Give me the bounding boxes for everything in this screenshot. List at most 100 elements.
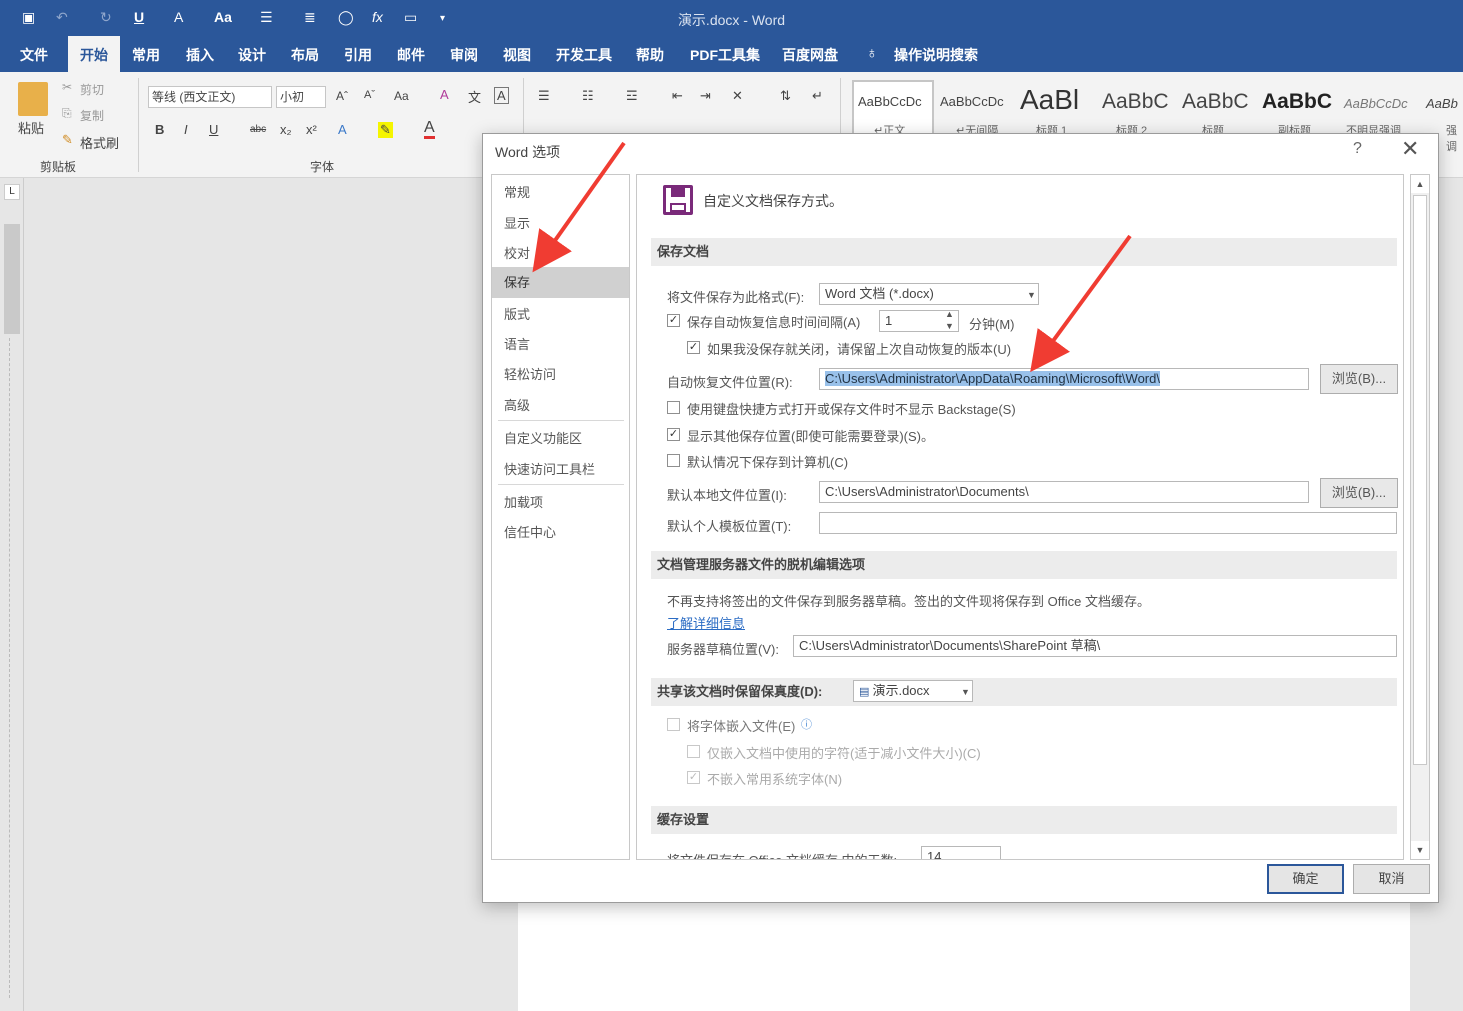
copy-button[interactable]: 复制 xyxy=(80,107,104,124)
tab-view[interactable]: 视图 xyxy=(493,36,541,72)
font-color-button[interactable]: A xyxy=(424,120,435,139)
numbering-icon[interactable]: ☷ xyxy=(582,88,594,104)
highlight-icon[interactable]: ✎ xyxy=(378,122,393,138)
keep-last-checkbox[interactable]: ✓ xyxy=(687,341,700,354)
embed-fonts-checkbox[interactable] xyxy=(667,718,680,731)
ruler-margin xyxy=(4,224,20,334)
learn-more-link[interactable]: 了解详细信息 xyxy=(667,613,745,632)
change-case-icon[interactable]: Aa xyxy=(394,89,409,103)
format-painter-button[interactable]: 格式刷 xyxy=(80,133,119,152)
tell-me-search[interactable]: 操作说明搜索 xyxy=(884,36,988,72)
nav-item-customize-ribbon[interactable]: 自定义功能区 xyxy=(492,423,629,454)
underline-button[interactable]: U xyxy=(209,122,218,137)
save-format-select[interactable]: Word 文档 (*.docx) xyxy=(819,283,1039,305)
nav-item-language[interactable]: 语言 xyxy=(492,329,629,360)
tab-developer[interactable]: 开发工具 xyxy=(546,36,622,72)
tab-help[interactable]: 帮助 xyxy=(626,36,674,72)
subscript-button[interactable]: x₂ xyxy=(280,122,292,137)
style-subtle-emphasis-preview[interactable]: AaBbCcDc xyxy=(1344,96,1408,111)
server-drafts-input[interactable]: C:\Users\Administrator\Documents\SharePo… xyxy=(793,635,1397,657)
document-page[interactable] xyxy=(518,900,1410,1011)
embed-used-chars-checkbox[interactable] xyxy=(687,745,700,758)
show-other-locations-checkbox[interactable]: ✓ xyxy=(667,428,680,441)
scroll-up-icon[interactable]: ▲ xyxy=(1411,175,1429,193)
help-button[interactable]: ? xyxy=(1353,140,1362,158)
bold-button[interactable]: B xyxy=(155,122,164,137)
style-title-preview[interactable]: AaBbC xyxy=(1182,90,1249,114)
ok-button[interactable]: 确定 xyxy=(1267,864,1344,894)
nav-item-proofing[interactable]: 校对 xyxy=(492,238,629,269)
tab-layout[interactable]: 布局 xyxy=(281,36,329,72)
group-separator xyxy=(138,78,139,172)
nav-item-layout[interactable]: 版式 xyxy=(492,299,629,330)
font-name-combo[interactable]: 等线 (西文正文) xyxy=(148,86,272,108)
nav-item-display[interactable]: 显示 xyxy=(492,208,629,239)
tab-review[interactable]: 审阅 xyxy=(440,36,488,72)
shrink-font-icon[interactable]: Aˇ xyxy=(364,89,375,101)
chinese-layout-icon[interactable]: ✕ xyxy=(732,88,743,104)
no-common-fonts-checkbox[interactable]: ✓ xyxy=(687,771,700,784)
tab-baidu-netdisk[interactable]: 百度网盘 xyxy=(772,36,848,72)
style-no-spacing-preview[interactable]: AaBbCcDc xyxy=(940,94,1004,109)
paste-button[interactable]: 粘贴 xyxy=(18,118,44,137)
grow-font-icon[interactable]: Aˆ xyxy=(336,89,348,103)
nav-item-general[interactable]: 常规 xyxy=(492,177,629,208)
cache-days-input[interactable]: 14 xyxy=(921,846,1001,859)
superscript-button[interactable]: x² xyxy=(306,122,317,137)
cancel-button[interactable]: 取消 xyxy=(1353,864,1430,894)
content-scrollbar[interactable]: ▲ ▼ xyxy=(1410,174,1430,860)
nav-item-trust-center[interactable]: 信任中心 xyxy=(492,517,629,548)
clipboard-group-label: 剪贴板 xyxy=(40,160,77,174)
style-emphasis-preview[interactable]: AaBb xyxy=(1426,96,1458,111)
style-normal-preview[interactable]: AaBbCcDc xyxy=(858,94,922,109)
tab-references[interactable]: 引用 xyxy=(334,36,382,72)
font-size-combo[interactable]: 小初 xyxy=(276,86,326,108)
strikethrough-button[interactable]: abc xyxy=(250,124,266,135)
scroll-down-icon[interactable]: ▼ xyxy=(1411,841,1429,859)
browse-default-local-button[interactable]: 浏览(B)... xyxy=(1320,478,1398,508)
default-local-location-input[interactable]: C:\Users\Administrator\Documents\ xyxy=(819,481,1309,503)
tab-pdf-tools[interactable]: PDF工具集 xyxy=(680,36,770,72)
tab-mailings[interactable]: 邮件 xyxy=(387,36,435,72)
style-heading2-preview[interactable]: AaBbC xyxy=(1102,90,1169,114)
decrease-indent-icon[interactable]: ⇤ xyxy=(672,88,683,104)
default-computer-checkbox[interactable] xyxy=(667,454,680,467)
text-effects-icon[interactable]: A xyxy=(338,122,347,137)
nav-item-advanced[interactable]: 高级 xyxy=(492,390,629,421)
scroll-thumb[interactable] xyxy=(1413,195,1427,765)
paste-icon[interactable] xyxy=(18,82,48,116)
autosave-checkbox[interactable]: ✓ xyxy=(667,314,680,327)
tab-file[interactable]: 文件 xyxy=(10,36,58,72)
no-backstage-checkbox[interactable] xyxy=(667,401,680,414)
fidelity-document-select[interactable]: ▤ 演示.docx xyxy=(853,680,973,702)
tab-design[interactable]: 设计 xyxy=(228,36,276,72)
tab-common[interactable]: 常用 xyxy=(122,36,170,72)
increase-indent-icon[interactable]: ⇥ xyxy=(700,88,711,104)
chevron-down-icon: ▼ xyxy=(1027,290,1036,300)
fidelity-document-value: 演示.docx xyxy=(872,683,930,698)
tab-home[interactable]: 开始 xyxy=(68,36,120,72)
cut-button[interactable]: 剪切 xyxy=(80,81,104,98)
template-location-input[interactable] xyxy=(819,512,1397,534)
browse-autorecover-button[interactable]: 浏览(B)... xyxy=(1320,364,1398,394)
char-border-icon[interactable]: A xyxy=(494,87,509,104)
phonetic-icon[interactable]: 文 xyxy=(468,87,481,106)
nav-item-save[interactable]: 保存 xyxy=(492,267,629,298)
style-heading1-preview[interactable]: AaBl xyxy=(1020,84,1079,116)
nav-item-add-ins[interactable]: 加载项 xyxy=(492,487,629,518)
multilevel-list-icon[interactable]: ☲ xyxy=(626,88,638,104)
clear-format-icon[interactable]: A xyxy=(440,87,449,102)
bullets-icon[interactable]: ☰ xyxy=(538,88,550,104)
tab-selector[interactable]: L xyxy=(4,184,20,200)
close-button[interactable]: ✕ xyxy=(1401,136,1419,162)
style-subtitle-preview[interactable]: AaBbC xyxy=(1262,90,1332,114)
tab-insert[interactable]: 插入 xyxy=(176,36,224,72)
show-marks-icon[interactable]: ↵ xyxy=(812,88,823,104)
nav-item-quick-access-toolbar[interactable]: 快速访问工具栏 xyxy=(492,454,629,485)
nav-item-accessibility[interactable]: 轻松访问 xyxy=(492,359,629,390)
italic-button[interactable]: I xyxy=(184,122,188,137)
spinner-down-icon[interactable]: ▼ xyxy=(945,321,954,331)
autorecover-location-input[interactable]: C:\Users\Administrator\AppData\Roaming\M… xyxy=(819,368,1309,390)
sort-icon[interactable]: ⇅ xyxy=(780,88,791,104)
spinner-up-icon[interactable]: ▲ xyxy=(945,309,954,319)
